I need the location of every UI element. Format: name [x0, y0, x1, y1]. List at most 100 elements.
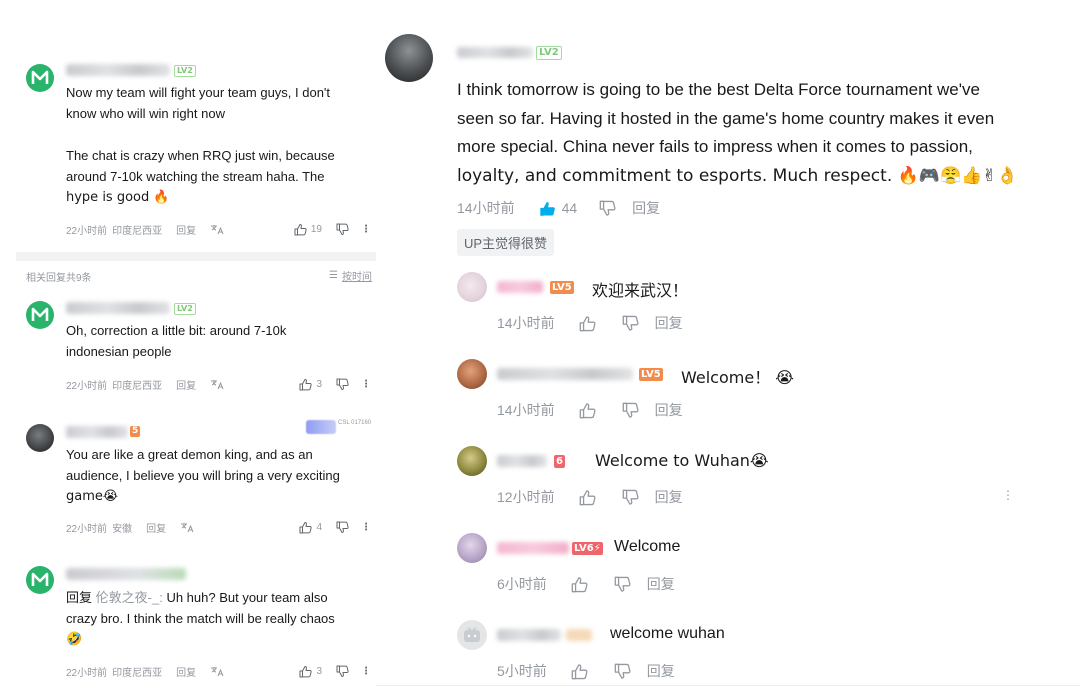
username-blurred[interactable] [457, 47, 533, 58]
thumb-down-icon[interactable] [599, 200, 616, 217]
section-divider [16, 252, 376, 261]
replies-count-header: 相关回复共9条 [26, 273, 92, 284]
reply-line: Oh, correction a little bit: around 7-10… [66, 323, 287, 338]
reply-meta: 12小时前 回复 [497, 487, 683, 507]
level-badge-blurred [566, 629, 592, 641]
user-avatar[interactable] [457, 533, 487, 563]
reply-meta: 22小时前 印度尼西亚 回复 3 ⋮ [66, 664, 371, 679]
timestamp: 6小时前 [497, 576, 547, 592]
username-blurred[interactable] [66, 568, 186, 580]
comment-line: Now my team will fight your team guys, I… [66, 85, 331, 100]
sort-toggle[interactable]: ☰ 按时间 [329, 268, 372, 283]
thumb-up-filled-icon[interactable] [539, 200, 556, 217]
default-avatar[interactable] [457, 620, 487, 650]
reply-button[interactable]: 回复 [647, 574, 675, 594]
location: 印度尼西亚 [112, 226, 163, 237]
translate-icon[interactable] [210, 224, 224, 235]
like-count: 3 [316, 666, 322, 677]
comment-line: loyalty, and commitment to esports. Much… [457, 165, 1018, 186]
reply-text: 回复 伦敦之夜-_: Uh huh? But your team also cr… [66, 587, 366, 650]
thumb-up-icon[interactable] [579, 489, 596, 506]
user-avatar[interactable] [385, 34, 433, 82]
username-blurred[interactable] [66, 426, 128, 438]
thumb-up-icon[interactable] [299, 665, 313, 678]
reply-meta: 22小时前 印度尼西亚 回复 3 ⋮ [66, 377, 371, 392]
thumb-up-icon[interactable] [571, 663, 588, 680]
user-avatar[interactable] [457, 446, 487, 476]
comment-meta: 22小时前 印度尼西亚 回复 19 ⋮ [66, 222, 371, 237]
reply-button[interactable]: 回复 [632, 198, 660, 218]
thumb-down-icon[interactable] [614, 663, 631, 680]
thumb-down-icon[interactable] [614, 576, 631, 593]
reply-text: Oh, correction a little bit: around 7-10… [66, 320, 366, 362]
username-blurred[interactable] [497, 368, 633, 380]
thumb-up-icon[interactable] [294, 223, 307, 236]
user-avatar[interactable] [457, 272, 487, 302]
timestamp: 12小时前 [497, 489, 555, 505]
reply-button[interactable]: 回复 [647, 661, 675, 681]
timestamp: 14小时前 [457, 200, 515, 216]
comment-line: hype is good 🔥 [66, 190, 170, 205]
comment-line: around 7-10k watching the stream haha. T… [66, 169, 325, 184]
reply-text: Welcome！ 😭 [681, 368, 794, 387]
fan-medal-icon [306, 420, 336, 434]
user-avatar[interactable] [26, 64, 54, 92]
location: 安徽 [112, 524, 133, 535]
thumb-down-icon[interactable] [336, 665, 349, 678]
reply-line: audience, I believe you will bring a ver… [66, 468, 340, 483]
location: 印度尼西亚 [112, 381, 163, 392]
comment-line: more special. China never fails to impre… [457, 137, 973, 156]
reply-button[interactable]: 回复 [655, 487, 683, 507]
level-badge: LV2 [174, 65, 196, 77]
more-options-icon[interactable]: ⋮ [361, 522, 371, 533]
username-blurred[interactable] [497, 629, 561, 641]
more-options-icon[interactable]: ⋮ [1002, 489, 1014, 501]
reply-button[interactable]: 回复 [176, 377, 196, 392]
thumb-up-icon[interactable] [299, 378, 313, 391]
thumb-down-icon[interactable] [336, 378, 349, 391]
translate-icon[interactable] [210, 379, 224, 390]
level-badge: LV6⚡ [572, 542, 603, 555]
user-avatar[interactable] [26, 566, 54, 594]
username-blurred[interactable] [66, 64, 170, 76]
translate-icon[interactable] [180, 522, 194, 533]
thumb-down-icon[interactable] [622, 489, 639, 506]
reply-button[interactable]: 回复 [146, 520, 166, 535]
user-avatar[interactable] [26, 424, 54, 452]
reply-line: 🤣 [66, 632, 83, 647]
thumb-up-icon[interactable] [579, 315, 596, 332]
username-blurred[interactable] [497, 542, 569, 554]
username-blurred[interactable] [497, 455, 547, 467]
reply-button[interactable]: 回复 [655, 400, 683, 420]
reply-button[interactable]: 回复 [176, 222, 196, 237]
user-avatar[interactable] [457, 359, 487, 389]
more-options-icon[interactable]: ⋮ [361, 666, 371, 677]
reply-meta: 6小时前 回复 [497, 574, 675, 594]
username-blurred[interactable] [66, 302, 170, 314]
m-logo-icon [31, 572, 49, 586]
thumb-up-icon[interactable] [571, 576, 588, 593]
reply-button[interactable]: 回复 [655, 313, 683, 333]
thumb-up-icon[interactable] [579, 402, 596, 419]
user-avatar[interactable] [26, 301, 54, 329]
translate-icon[interactable] [210, 666, 224, 677]
username-blurred[interactable] [497, 281, 543, 293]
comment-line: seen so far. Having it hosted in the gam… [457, 108, 995, 128]
more-options-icon[interactable]: ⋮ [361, 224, 371, 235]
thumb-down-icon[interactable] [622, 315, 639, 332]
left-comment-panel: LV2 Now my team will fight your team guy… [16, 28, 376, 689]
timestamp: 5小时前 [497, 663, 547, 679]
m-logo-icon [31, 70, 49, 84]
timestamp: 22小时前 [66, 226, 108, 237]
reply-target-link[interactable]: 伦敦之夜-_: [96, 590, 163, 605]
reply-button[interactable]: 回复 [176, 664, 196, 679]
more-options-icon[interactable]: ⋮ [361, 379, 371, 390]
reply-text: Welcome [614, 538, 681, 555]
like-count: 44 [561, 200, 578, 216]
reply-line-text: Uh huh? But your team also [166, 590, 328, 605]
thumb-down-icon[interactable] [336, 223, 349, 236]
thumb-up-icon[interactable] [299, 521, 313, 534]
thumb-down-icon[interactable] [622, 402, 639, 419]
like-count: 19 [310, 224, 322, 235]
thumb-down-icon[interactable] [336, 521, 349, 534]
